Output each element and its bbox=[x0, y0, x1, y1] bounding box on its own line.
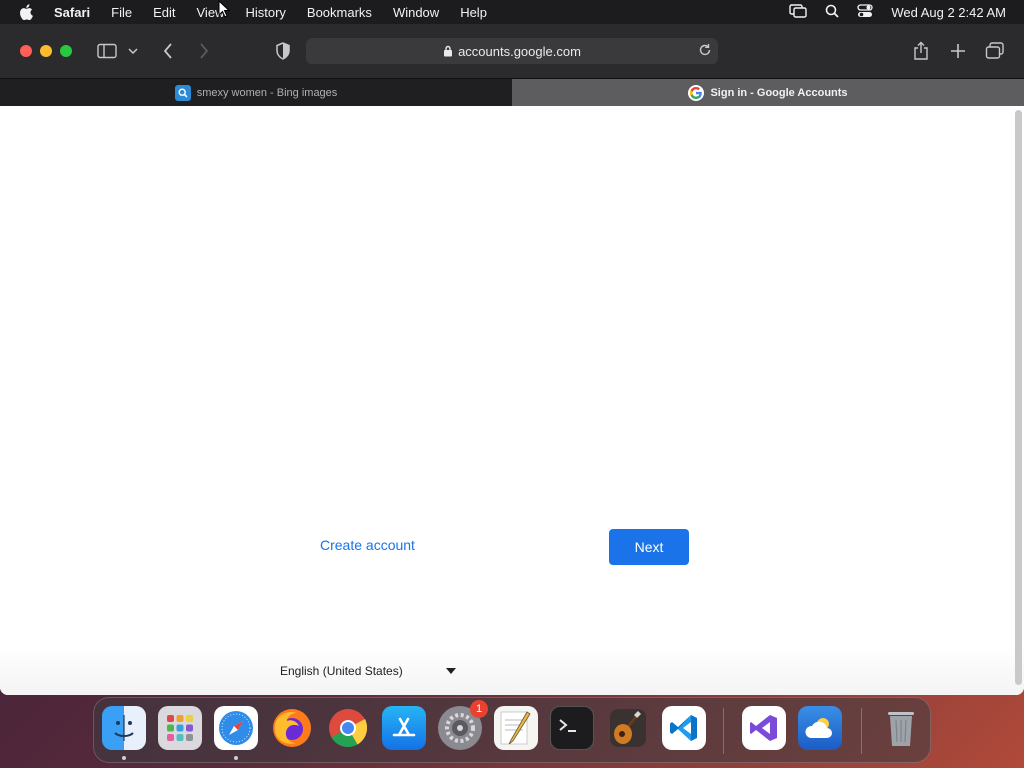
page-footer bbox=[0, 646, 1024, 695]
chevron-down-icon bbox=[446, 668, 456, 674]
menu-file[interactable]: File bbox=[111, 5, 132, 20]
garageband-icon[interactable] bbox=[606, 706, 650, 750]
visual-studio-icon[interactable] bbox=[742, 706, 786, 750]
dock: 1 bbox=[93, 697, 931, 763]
privacy-shield-icon[interactable] bbox=[273, 41, 293, 61]
zoom-window-button[interactable] bbox=[60, 45, 72, 57]
finder-running-indicator bbox=[122, 756, 126, 760]
address-url: accounts.google.com bbox=[458, 43, 581, 59]
chevron-down-icon[interactable] bbox=[126, 41, 140, 61]
safari-running-indicator bbox=[234, 756, 238, 760]
menu-app-safari[interactable]: Safari bbox=[54, 5, 90, 20]
safari-app-icon[interactable] bbox=[214, 706, 258, 750]
menu-bookmarks[interactable]: Bookmarks bbox=[307, 5, 372, 20]
finder-icon[interactable] bbox=[102, 706, 146, 750]
create-account-link[interactable]: Create account bbox=[320, 537, 415, 553]
tab-google-sign-in[interactable]: Sign in - Google Accounts bbox=[512, 79, 1024, 106]
language-selector[interactable]: English (United States) bbox=[280, 661, 460, 681]
chrome-icon[interactable] bbox=[326, 706, 370, 750]
tab-bar: smexy women - Bing images Sign in - Goog… bbox=[0, 78, 1024, 106]
language-label: English (United States) bbox=[280, 664, 403, 678]
apple-menu-icon[interactable] bbox=[18, 3, 34, 21]
screen-mirroring-icon[interactable] bbox=[789, 3, 808, 21]
page-scrollbar[interactable] bbox=[1015, 110, 1022, 685]
next-button[interactable]: Next bbox=[609, 529, 689, 565]
close-window-button[interactable] bbox=[20, 45, 32, 57]
browser-toolbar: accounts.google.com bbox=[0, 24, 1024, 78]
control-center-icon[interactable] bbox=[857, 3, 873, 21]
menu-bar: Safari File Edit View History Bookmarks … bbox=[0, 0, 1024, 24]
menubar-status-area: Wed Aug 2 2:42 AM bbox=[789, 0, 1006, 24]
dock-separator bbox=[723, 708, 724, 754]
app-store-icon[interactable] bbox=[382, 706, 426, 750]
firefox-icon[interactable] bbox=[270, 706, 314, 750]
menu-edit[interactable]: Edit bbox=[153, 5, 175, 20]
trash-icon[interactable] bbox=[879, 706, 923, 750]
page-content: Create account Next English (United Stat… bbox=[0, 106, 1024, 695]
reload-icon[interactable] bbox=[698, 43, 712, 57]
tab-bing-images[interactable]: smexy women - Bing images bbox=[0, 79, 512, 106]
spotlight-search-icon[interactable] bbox=[825, 4, 839, 21]
textedit-icon[interactable] bbox=[494, 706, 538, 750]
menu-help[interactable]: Help bbox=[460, 5, 487, 20]
share-icon[interactable] bbox=[911, 41, 931, 61]
vscode-icon[interactable] bbox=[662, 706, 706, 750]
back-arrow-icon[interactable] bbox=[158, 41, 178, 61]
weather-icon[interactable] bbox=[798, 706, 842, 750]
menu-history[interactable]: History bbox=[245, 5, 285, 20]
terminal-icon[interactable] bbox=[550, 706, 594, 750]
window-controls bbox=[20, 45, 72, 57]
dock-separator bbox=[861, 708, 862, 754]
system-settings-icon[interactable]: 1 bbox=[438, 700, 488, 750]
menubar-clock[interactable]: Wed Aug 2 2:42 AM bbox=[891, 5, 1006, 20]
mouse-cursor-icon bbox=[218, 0, 231, 23]
tab-label: Sign in - Google Accounts bbox=[710, 86, 848, 99]
launchpad-icon[interactable] bbox=[158, 706, 202, 750]
sidebar-toggle-icon[interactable] bbox=[97, 41, 117, 61]
bing-search-icon bbox=[174, 84, 191, 101]
address-bar[interactable]: accounts.google.com bbox=[306, 38, 718, 64]
safari-window: accounts.google.com smexy women - Bing i… bbox=[0, 24, 1024, 695]
lock-icon bbox=[443, 45, 453, 57]
tab-label: smexy women - Bing images bbox=[196, 86, 338, 99]
menu-window[interactable]: Window bbox=[393, 5, 439, 20]
minimize-window-button[interactable] bbox=[40, 45, 52, 57]
notification-badge: 1 bbox=[470, 700, 488, 718]
tab-overview-icon[interactable] bbox=[985, 41, 1005, 61]
google-icon bbox=[688, 84, 705, 101]
new-tab-plus-icon[interactable] bbox=[948, 41, 968, 61]
forward-arrow-icon[interactable] bbox=[194, 41, 214, 61]
